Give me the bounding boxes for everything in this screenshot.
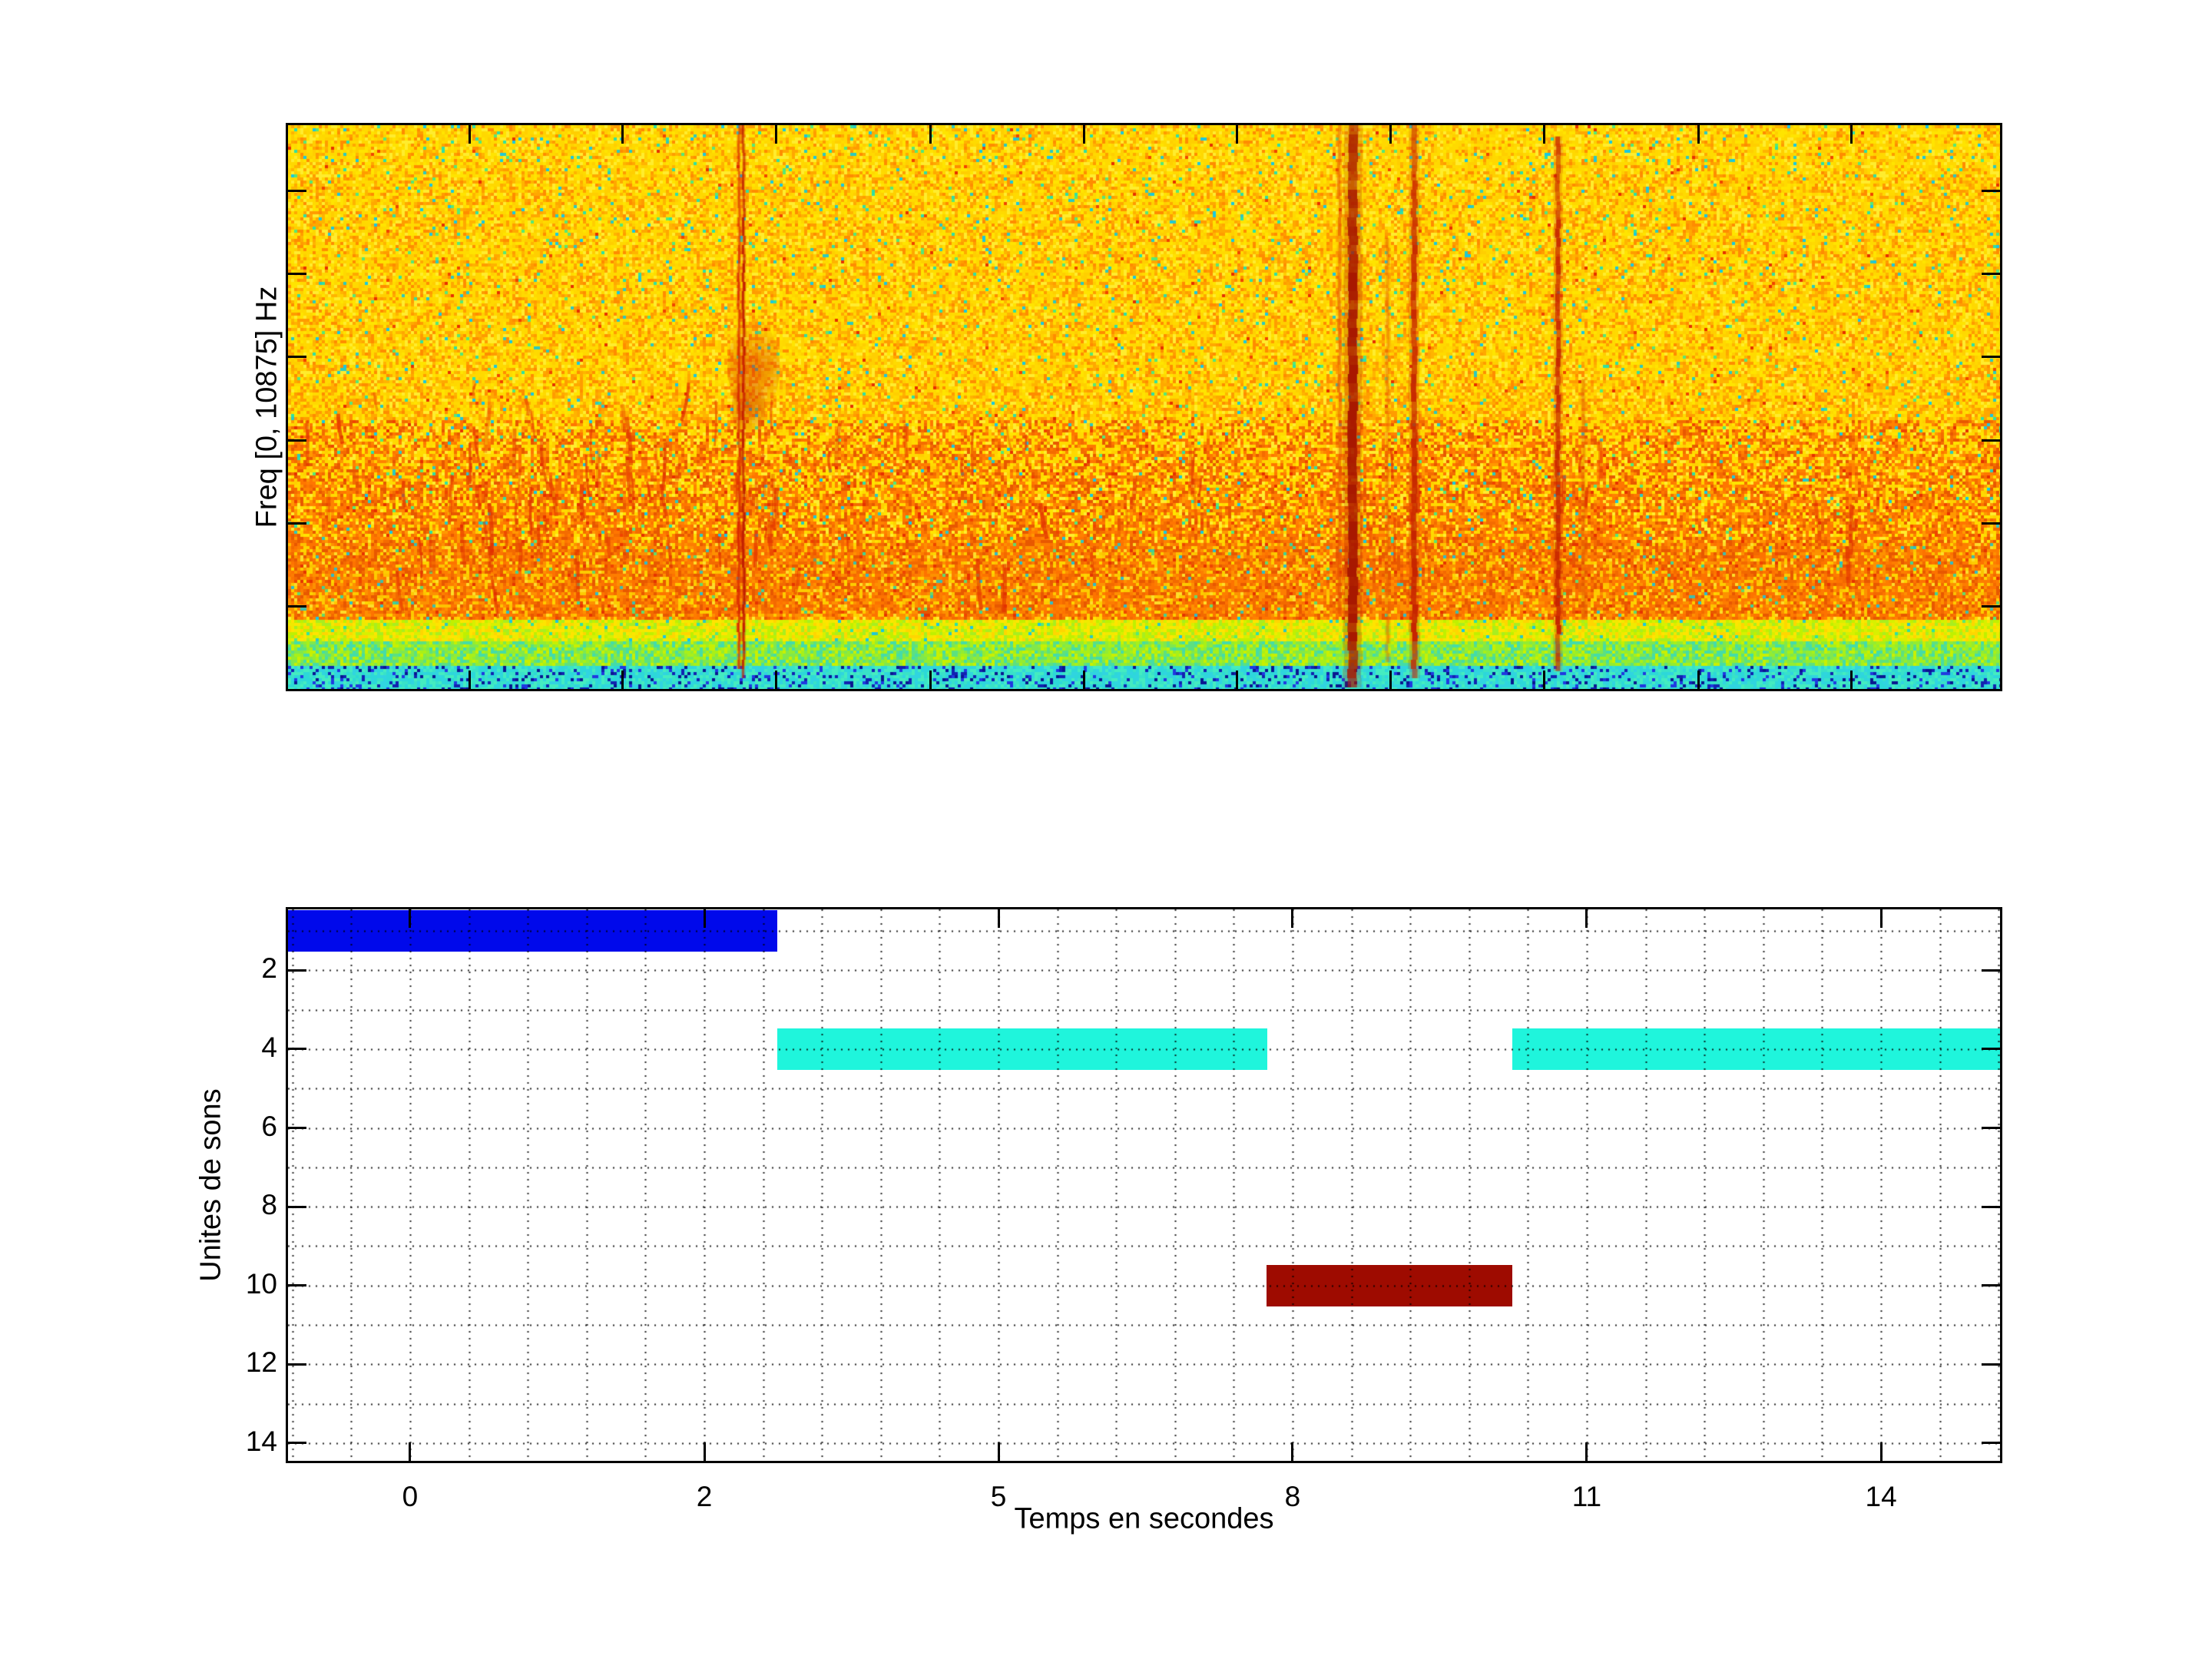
- unit-ytick-right: [1982, 1363, 2000, 1366]
- unit-ytick: [288, 1127, 306, 1129]
- spectrogram-xtick-bottom: [929, 671, 932, 689]
- spectrogram-xtick-bottom: [1236, 671, 1238, 689]
- spectrogram-ytick-left: [288, 605, 306, 608]
- unit-ytick-right: [1982, 1442, 2000, 1444]
- time-xtick-top: [704, 909, 706, 928]
- spectrogram-ylabel: Freq [0, 10875] Hz: [251, 286, 284, 528]
- spectrogram-xtick-top: [1083, 125, 1085, 144]
- unit-ytick: [288, 1284, 306, 1286]
- spectrogram-ytick-right: [1982, 273, 2000, 275]
- time-xtick: [409, 1442, 411, 1461]
- unit-ytick: [288, 1206, 306, 1208]
- unit-ytick: [288, 1048, 306, 1050]
- spectrogram-ytick-right: [1982, 439, 2000, 442]
- spectrogram-xtick-bottom: [1389, 671, 1392, 689]
- spectrogram-xtick-top: [1697, 125, 1700, 144]
- spectrogram-ytick-left: [288, 356, 306, 358]
- spectrogram-ytick-right: [1982, 605, 2000, 608]
- y-tick-label: 4: [208, 1031, 277, 1064]
- unit-ytick-right: [1982, 1048, 2000, 1050]
- x-tick-label: 14: [1866, 1481, 1897, 1513]
- unit-ytick: [288, 1363, 306, 1366]
- y-tick-label: 10: [208, 1268, 277, 1300]
- time-xtick: [998, 1442, 1000, 1461]
- spectrogram-xtick-bottom: [1543, 671, 1545, 689]
- spectrogram-xtick-top: [1389, 125, 1392, 144]
- y-tick-label: 2: [208, 952, 277, 985]
- spectrogram-xtick-top: [775, 125, 777, 144]
- time-xtick: [1880, 1442, 1883, 1461]
- figure-canvas: Freq [0, 10875] Hz Unites de sons Temps …: [0, 0, 2212, 1659]
- spectrogram-ytick-left: [288, 439, 306, 442]
- x-tick-label: 11: [1572, 1481, 1601, 1513]
- unit-ytick-right: [1982, 1206, 2000, 1208]
- unit-ytick: [288, 969, 306, 972]
- spectrogram-ytick-right: [1982, 190, 2000, 192]
- y-tick-label: 8: [208, 1189, 277, 1221]
- spectrogram-xtick-bottom: [1083, 671, 1085, 689]
- spectrogram-xtick-top: [1236, 125, 1238, 144]
- unit-ytick-right: [1982, 969, 2000, 972]
- spectrogram-ytick-left: [288, 273, 306, 275]
- spectrogram-ytick-left: [288, 522, 306, 525]
- sound-units-plot: [286, 907, 2002, 1463]
- spectrogram-ytick-left: [288, 190, 306, 192]
- spectrogram-xtick-top: [1850, 125, 1853, 144]
- y-tick-label: 6: [208, 1111, 277, 1143]
- spectrogram-xtick-bottom: [621, 671, 624, 689]
- y-tick-label: 12: [208, 1346, 277, 1379]
- unit-ytick: [288, 1442, 306, 1444]
- spectrogram-ytick-right: [1982, 356, 2000, 358]
- timeline-bar-unit-10: [1267, 1265, 1512, 1306]
- spectrogram-image: [288, 125, 2000, 689]
- time-xtick: [704, 1442, 706, 1461]
- spectrogram-xtick-top: [469, 125, 471, 144]
- unit-ytick-right: [1982, 1284, 2000, 1286]
- spectrogram-xtick-bottom: [1850, 671, 1853, 689]
- x-tick-label: 5: [991, 1481, 1007, 1513]
- spectrogram-xtick-top: [929, 125, 932, 144]
- spectrogram-xtick-bottom: [469, 671, 471, 689]
- unit-ytick-right: [1982, 1127, 2000, 1129]
- time-xtick-top: [1585, 909, 1588, 928]
- grid-overlay: [288, 909, 2000, 1461]
- timeline-bar-unit-4: [777, 1028, 1267, 1070]
- y-tick-label: 14: [208, 1426, 277, 1458]
- time-xtick-top: [1291, 909, 1293, 928]
- time-xtick: [1585, 1442, 1588, 1461]
- time-xlabel: Temps en secondes: [1015, 1503, 1274, 1536]
- x-tick-label: 8: [1285, 1481, 1301, 1513]
- time-xtick-top: [1880, 909, 1883, 928]
- spectrogram-ytick-right: [1982, 522, 2000, 525]
- spectrogram-xtick-bottom: [775, 671, 777, 689]
- time-xtick-top: [998, 909, 1000, 928]
- time-xtick: [1291, 1442, 1293, 1461]
- time-xtick-top: [409, 909, 411, 928]
- spectrogram-xtick-top: [621, 125, 624, 144]
- x-tick-label: 0: [402, 1481, 419, 1513]
- timeline-bar-unit-4: [1512, 1028, 2000, 1070]
- spectrogram-xtick-bottom: [1697, 671, 1700, 689]
- spectrogram-xtick-top: [1543, 125, 1545, 144]
- spectrogram-plot: [286, 123, 2002, 691]
- x-tick-label: 2: [697, 1481, 713, 1513]
